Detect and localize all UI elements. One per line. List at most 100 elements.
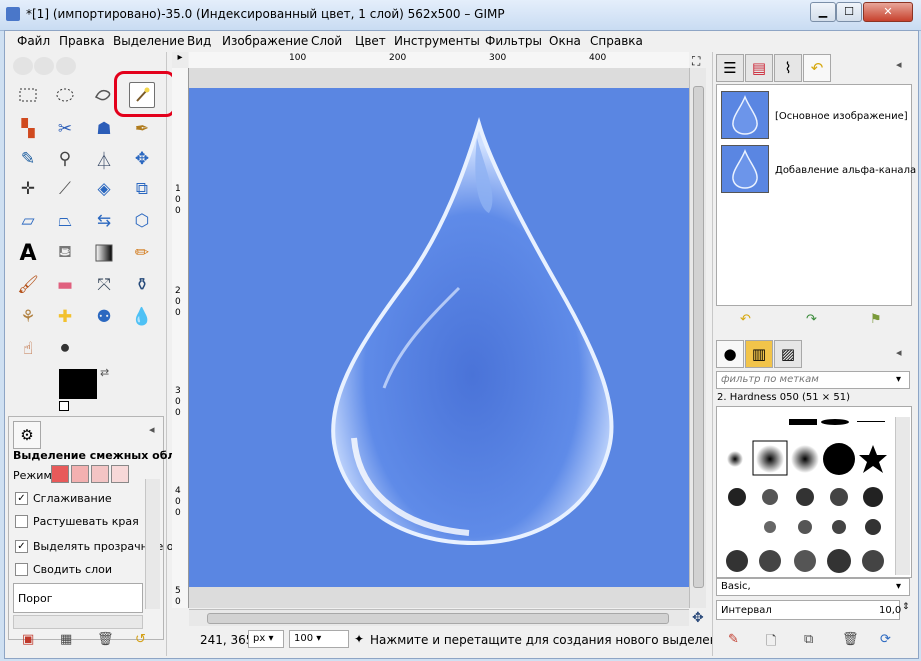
dodge-burn-icon[interactable]: ⚫: [52, 336, 78, 362]
maximize-button[interactable]: ☐: [836, 2, 862, 22]
color-select-icon[interactable]: ▚: [15, 116, 41, 142]
tab-brushes-icon[interactable]: ●: [716, 340, 744, 368]
menu-view[interactable]: Вид: [187, 34, 211, 48]
tab-gradients-icon[interactable]: ▨: [774, 340, 802, 368]
flip-icon[interactable]: ⇆: [91, 208, 117, 234]
dropdown-arrow-icon[interactable]: ▾: [896, 374, 901, 385]
mode-replace-icon[interactable]: [51, 465, 69, 483]
ellipse-select-icon[interactable]: [52, 82, 78, 108]
perspective-icon[interactable]: ⏢: [52, 208, 78, 234]
feather-checkbox[interactable]: [15, 515, 28, 528]
delete-brush-icon[interactable]: 🗑: [842, 632, 859, 647]
rotate-icon[interactable]: ◈: [91, 176, 117, 202]
zoom-select[interactable]: 100 ▾: [289, 630, 349, 648]
perspective-clone-icon[interactable]: ⚉: [91, 304, 117, 330]
default-colors-icon[interactable]: [59, 401, 69, 411]
zoom-to-window-icon[interactable]: ⛶: [692, 54, 700, 69]
edit-brush-icon[interactable]: ✎: [728, 632, 739, 647]
scissors-select-icon[interactable]: ✂: [52, 116, 78, 142]
color-picker-icon[interactable]: ✎: [15, 146, 41, 172]
blur-icon[interactable]: 💧: [129, 304, 155, 330]
foreground-color-swatch[interactable]: [59, 369, 97, 399]
measure-icon[interactable]: ⏃: [91, 146, 117, 172]
clone-icon[interactable]: ⚘: [15, 304, 41, 330]
menu-edit[interactable]: Правка: [59, 34, 105, 48]
refresh-brushes-icon[interactable]: ⟳: [880, 632, 891, 647]
new-brush-icon[interactable]: 🗋: [766, 632, 776, 654]
tab-patterns-icon[interactable]: ▥: [745, 340, 773, 368]
reset-options-icon[interactable]: ↺: [135, 632, 146, 647]
minimize-button[interactable]: ▁: [810, 2, 836, 22]
brushes-menu-icon[interactable]: ◂: [896, 346, 902, 359]
history-item-alpha[interactable]: Добавление альфа-канала: [775, 165, 916, 176]
move-icon[interactable]: ✥: [129, 146, 155, 172]
menu-help[interactable]: Справка: [590, 34, 643, 48]
tab-layers-icon[interactable]: ☰: [716, 54, 744, 82]
panel-menu-icon[interactable]: ◂: [149, 423, 155, 436]
paths-icon[interactable]: ✒: [129, 116, 155, 142]
airbrush-icon[interactable]: ⤧: [91, 272, 117, 298]
duplicate-brush-icon[interactable]: ⧉: [804, 632, 813, 647]
spin-arrows-icon[interactable]: ⇕: [902, 602, 910, 612]
undo-icon[interactable]: ↶: [740, 312, 751, 327]
eraser-icon[interactable]: ▬: [52, 272, 78, 298]
history-thumbnail[interactable]: [721, 91, 769, 139]
scale-icon[interactable]: ⧉: [129, 176, 155, 202]
redo-icon[interactable]: ↷: [806, 312, 817, 327]
align-icon[interactable]: ✛: [15, 176, 41, 202]
unit-select[interactable]: px ▾: [248, 630, 284, 648]
dock-menu-icon[interactable]: ◂: [896, 58, 902, 71]
cage-transform-icon[interactable]: ⬡: [129, 208, 155, 234]
menu-filters[interactable]: Фильтры: [485, 34, 542, 48]
text-icon[interactable]: A: [15, 240, 41, 266]
dropdown-arrow-icon[interactable]: ▾: [896, 581, 901, 592]
navigate-icon[interactable]: ✥: [692, 610, 704, 626]
tool-options-tab-icon[interactable]: ⚙: [13, 421, 41, 449]
foreground-select-icon[interactable]: ☗: [91, 116, 117, 142]
menu-colors[interactable]: Цвет: [355, 34, 386, 48]
menu-tools[interactable]: Инструменты: [394, 34, 480, 48]
mode-add-icon[interactable]: [71, 465, 89, 483]
menu-layer[interactable]: Слой: [311, 34, 342, 48]
pencil-icon[interactable]: ✏: [129, 240, 155, 266]
menu-image[interactable]: Изображение: [222, 34, 308, 48]
ink-icon[interactable]: ⚱: [129, 272, 155, 298]
hscroll-thumb[interactable]: [207, 613, 669, 624]
tool-options-scrollbar[interactable]: [145, 479, 160, 609]
restore-options-icon[interactable]: ▦: [60, 632, 72, 647]
brushes-scrollbar[interactable]: [895, 417, 910, 575]
tab-undo-history-icon[interactable]: ↶: [803, 54, 831, 82]
mode-subtract-icon[interactable]: [91, 465, 109, 483]
heal-icon[interactable]: ✚: [52, 304, 78, 330]
canvas-hscrollbar[interactable]: [189, 609, 689, 626]
threshold-slider[interactable]: Порог: [13, 583, 143, 613]
save-options-icon[interactable]: ▣: [22, 632, 34, 647]
menu-windows[interactable]: Окна: [549, 34, 581, 48]
tab-channels-icon[interactable]: ▤: [745, 54, 773, 82]
blend-icon[interactable]: [91, 240, 117, 266]
quick-mask-corner-icon[interactable]: ▸: [172, 52, 188, 68]
select-transparent-checkbox[interactable]: ✓: [15, 540, 28, 553]
brush-tag-filter[interactable]: фильтр по меткам: [716, 371, 910, 389]
sample-merged-checkbox[interactable]: [15, 563, 28, 576]
history-thumbnail[interactable]: [721, 145, 769, 193]
shear-icon[interactable]: ▱: [15, 208, 41, 234]
menu-file[interactable]: Файл: [17, 34, 50, 48]
crop-icon[interactable]: ⟋: [52, 176, 78, 202]
clear-history-icon[interactable]: ⚑: [870, 312, 882, 327]
rect-select-icon[interactable]: [15, 82, 41, 108]
vscroll-thumb[interactable]: [693, 86, 704, 588]
paintbrush-icon[interactable]: 🖌: [15, 272, 41, 298]
delete-options-icon[interactable]: 🗑: [97, 632, 114, 647]
spacing-slider[interactable]: Интервал 10,0: [716, 600, 901, 620]
antialias-checkbox[interactable]: ✓: [15, 492, 28, 505]
brush-preset-select[interactable]: Basic,: [716, 578, 910, 596]
close-window-button[interactable]: ✕: [863, 2, 913, 22]
mode-intersect-icon[interactable]: [111, 465, 129, 483]
image-canvas[interactable]: [189, 88, 689, 587]
canvas-vscrollbar[interactable]: [689, 68, 706, 608]
tab-paths-icon[interactable]: ⌇: [774, 54, 802, 82]
zoom-icon[interactable]: ⚲: [52, 146, 78, 172]
menu-select[interactable]: Выделение: [113, 34, 184, 48]
smudge-icon[interactable]: ☝: [15, 336, 41, 362]
